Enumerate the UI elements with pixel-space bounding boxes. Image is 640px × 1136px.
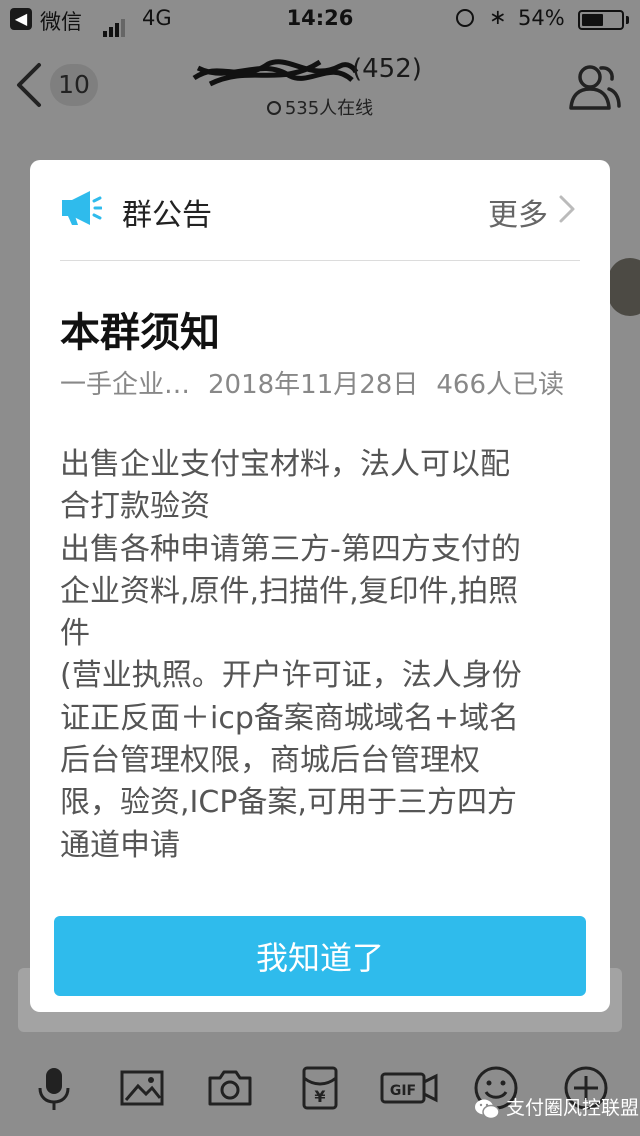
status-bar: ◀ 微信 4G 14:26 ∗ 54%: [0, 0, 640, 40]
notice-date: 2018年11月28日: [208, 370, 419, 400]
group-members-icon[interactable]: [568, 60, 622, 112]
red-packet-symbol: ¥: [314, 1087, 325, 1106]
group-member-count: (452): [352, 54, 422, 84]
notice-meta: 一手企业… 2018年11月28日 466人已读: [60, 364, 582, 401]
online-count: 535人在线: [284, 98, 374, 119]
camera-icon[interactable]: [206, 1064, 254, 1112]
more-link[interactable]: 更多: [488, 190, 548, 234]
watermark: 支付圈风控联盟: [474, 1090, 639, 1126]
notice-line: (营业执照。开户许可证，法人身份: [60, 658, 522, 694]
image-icon[interactable]: [118, 1064, 166, 1112]
rotation-lock-icon: [456, 9, 474, 27]
notice-line: 出售企业支付宝材料，法人可以配: [60, 447, 510, 482]
notice-title: 本群须知: [60, 310, 220, 356]
notice-line: 出售各种申请第三方-第四方支付的: [60, 531, 521, 567]
red-packet-icon[interactable]: ¥: [296, 1064, 344, 1112]
redaction-scribble: [192, 59, 359, 87]
notice-body: 出售企业支付宝材料，法人可以配 合打款验资 出售各种申请第三方-第四方支付的 企…: [60, 444, 588, 867]
notice-read-count: 466人已读: [436, 370, 564, 400]
battery-icon: [578, 10, 624, 30]
notice-line: 企业资料,原件,扫描件,复印件,拍照: [60, 573, 519, 609]
notice-author: 一手企业…: [60, 370, 191, 400]
wechat-logo-icon: [475, 1099, 500, 1119]
gif-icon[interactable]: GIF: [380, 1064, 438, 1112]
chat-screen: ◀ 微信 4G 14:26 ∗ 54% 10 (452) 535人在线 ¥ GI…: [0, 0, 640, 1136]
battery-tip: [626, 16, 629, 24]
notice-line: 限，验资,ICP备案,可用于三方四方: [60, 785, 517, 821]
notice-line: 通道申请: [60, 827, 180, 863]
notice-line: 合打款验资: [60, 489, 210, 525]
megaphone-icon: [62, 191, 102, 225]
microphone-icon[interactable]: [30, 1064, 78, 1112]
chat-avatar[interactable]: [608, 258, 640, 316]
gif-label: GIF: [390, 1083, 416, 1099]
battery-fill: [582, 14, 603, 26]
notice-line: 件: [60, 616, 90, 652]
announcement-dialog: 群公告 更多 本群须知 一手企业… 2018年11月28日 466人已读 出售企业支…: [30, 160, 610, 1012]
battery-percent: 54%: [518, 6, 565, 30]
header-divider: [60, 260, 580, 261]
notice-line: 后台管理权限，商城后台管理权: [60, 743, 480, 779]
announcement-header: 群公告 更多: [30, 160, 610, 260]
online-status[interactable]: 535人在线: [0, 94, 640, 120]
chevron-right-icon[interactable]: [558, 194, 576, 224]
notice-line: 证正反面＋icp备案商城域名+域名: [60, 700, 520, 736]
group-title: (452): [190, 54, 450, 88]
announcement-heading: 群公告: [122, 198, 212, 233]
bluetooth-icon: ∗: [489, 5, 507, 29]
watermark-text: 支付圈风控联盟: [506, 1097, 640, 1119]
chat-nav-bar: 10 (452) 535人在线: [0, 40, 640, 128]
confirm-button[interactable]: 我知道了: [54, 916, 586, 996]
online-chevron-icon: [266, 101, 281, 115]
